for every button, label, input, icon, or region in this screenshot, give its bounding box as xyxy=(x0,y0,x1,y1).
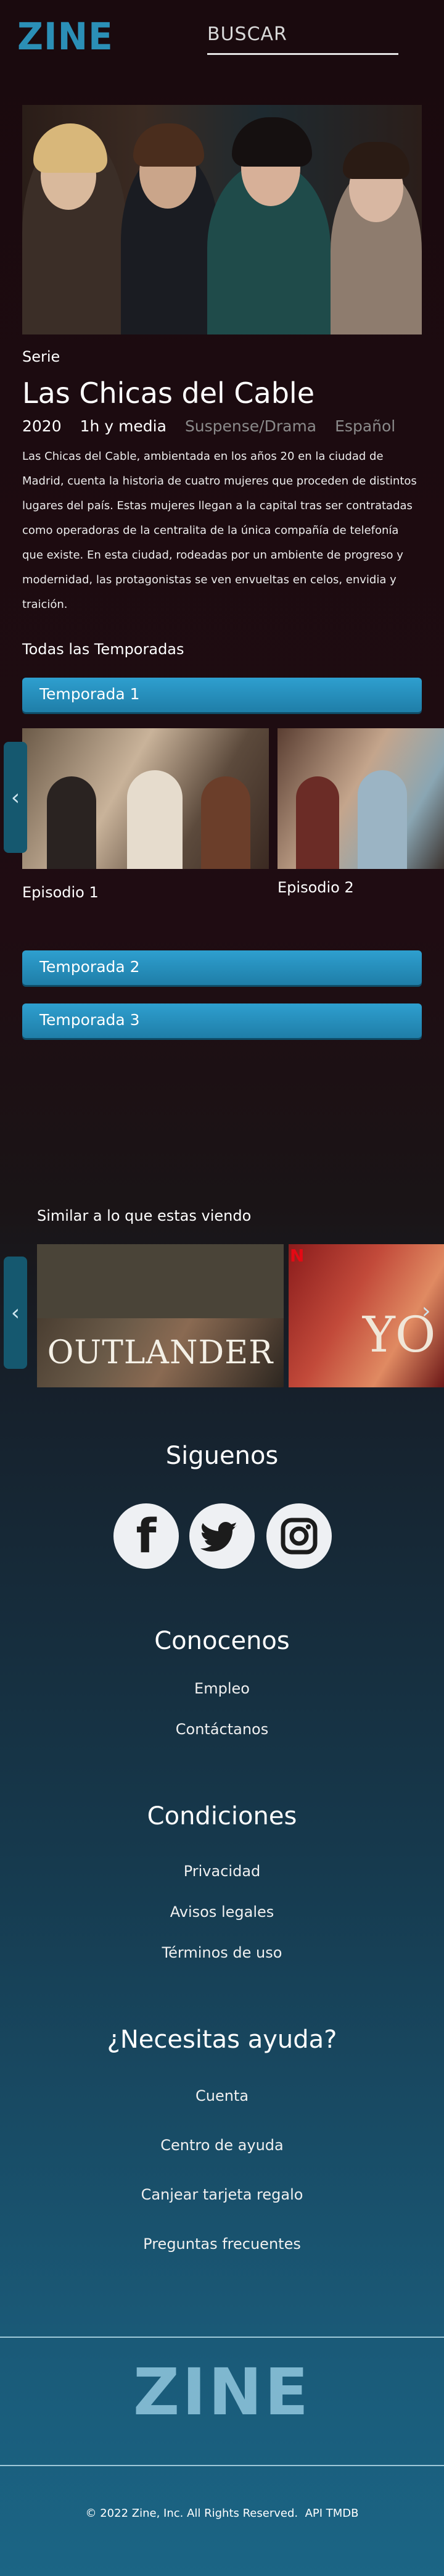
site-logo[interactable]: ZINE xyxy=(17,18,113,56)
footer-link-preguntas[interactable]: Preguntas frecuentes xyxy=(0,2235,444,2253)
season-label: Temporada 2 xyxy=(39,958,140,976)
chevron-left-icon: ‹ xyxy=(10,784,20,810)
season-label: Temporada 1 xyxy=(39,685,140,703)
episode-2-thumbnail[interactable] xyxy=(278,728,444,869)
show-description: Las Chicas del Cable, ambientada en los … xyxy=(22,450,417,611)
show-title: Las Chicas del Cable xyxy=(22,376,315,410)
conditions-heading: Condiciones xyxy=(147,1802,297,1830)
duration: 1h y media xyxy=(80,417,166,435)
twitter-button[interactable] xyxy=(189,1503,255,1569)
episode-1-label: Episodio 1 xyxy=(22,884,99,901)
netflix-icon: N xyxy=(290,1245,305,1266)
footer-link-centro-ayuda[interactable]: Centro de ayuda xyxy=(0,2137,444,2154)
chevron-left-icon: ‹ xyxy=(10,1300,20,1326)
similar-heading: Similar a lo que estas viendo xyxy=(37,1207,252,1224)
hero-image xyxy=(22,105,422,334)
search-placeholder: BUSCAR xyxy=(207,23,287,45)
follow-heading: Siguenos xyxy=(165,1442,279,1470)
api-tmdb-link[interactable]: API TMDB xyxy=(305,2507,359,2520)
year: 2020 xyxy=(22,417,62,435)
similar-outlander-thumbnail[interactable]: OUTLANDER xyxy=(37,1244,284,1387)
footer-link-privacidad[interactable]: Privacidad xyxy=(0,1863,444,1880)
facebook-button[interactable]: f xyxy=(113,1503,179,1569)
about-heading: Conocenos xyxy=(154,1627,290,1655)
search-input[interactable]: BUSCAR xyxy=(207,19,398,55)
similar-prev-arrow[interactable]: ‹ xyxy=(4,1257,27,1369)
footer-link-terminos[interactable]: Términos de uso xyxy=(0,1944,444,1961)
footer-link-cuenta[interactable]: Cuenta xyxy=(0,2087,444,2104)
similar-title: OUTLANDER xyxy=(47,1334,274,1371)
genre: Suspense/Drama xyxy=(184,417,317,435)
season-3-button[interactable]: Temporada 3 xyxy=(22,1003,422,1038)
season-2-button[interactable]: Temporada 2 xyxy=(22,950,422,985)
seasons-heading: Todas las Temporadas xyxy=(22,641,184,658)
help-heading: ¿Necesitas ayuda? xyxy=(107,2025,337,2054)
language: Español xyxy=(335,417,396,435)
footer-link-tarjeta-regalo[interactable]: Canjear tarjeta regalo xyxy=(0,2186,444,2203)
show-meta: 2020 1h y media Suspense/Drama Español xyxy=(22,417,395,435)
chevron-right-icon: › xyxy=(422,1298,431,1324)
instagram-button[interactable] xyxy=(266,1503,332,1569)
footer-divider xyxy=(0,2337,444,2338)
episode-2-label: Episodio 2 xyxy=(278,879,354,896)
season-label: Temporada 3 xyxy=(39,1011,140,1029)
twitter-icon xyxy=(200,1522,237,1552)
copyright: © 2022 Zine, Inc. All Rights Reserved. A… xyxy=(0,2507,444,2520)
season-1-button[interactable]: Temporada 1 xyxy=(22,678,422,712)
type-label: Serie xyxy=(22,348,60,365)
instagram-icon xyxy=(281,1518,318,1555)
episode-1-thumbnail[interactable] xyxy=(22,728,269,869)
episodes-prev-arrow[interactable]: ‹ xyxy=(4,742,27,853)
copyright-text: © 2022 Zine, Inc. All Rights Reserved. xyxy=(85,2507,298,2520)
footer-logo[interactable]: ZINE xyxy=(0,2358,444,2426)
footer-link-empleo[interactable]: Empleo xyxy=(0,1680,444,1697)
footer-link-contactanos[interactable]: Contáctanos xyxy=(0,1721,444,1738)
footer-link-avisos-legales[interactable]: Avisos legales xyxy=(0,1903,444,1921)
similar-yo-thumbnail[interactable]: N YO xyxy=(289,1244,444,1387)
facebook-icon: f xyxy=(136,1508,157,1563)
similar-next-arrow[interactable]: › xyxy=(422,1298,430,1324)
footer-divider xyxy=(0,2465,444,2466)
